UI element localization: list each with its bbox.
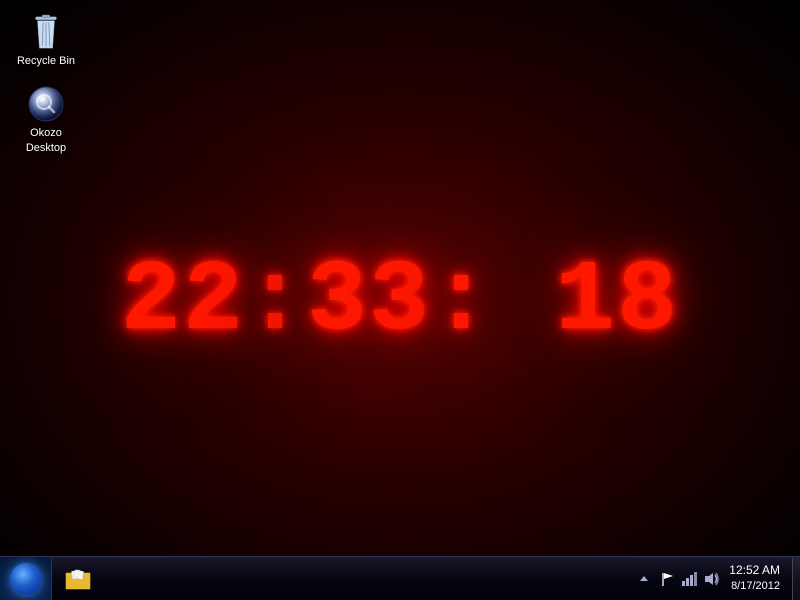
folder-icon [64, 567, 92, 591]
notification-arrow-button[interactable] [635, 570, 653, 588]
desktop: Recycle Bin [0, 0, 800, 600]
volume-tray-button[interactable] [701, 569, 721, 589]
start-button[interactable] [0, 557, 52, 600]
system-tray: 12:52 AM 8/17/2012 [627, 557, 792, 600]
recycle-bin-image [28, 14, 64, 50]
tray-icons-area [657, 569, 721, 589]
taskbar-clock[interactable]: 12:52 AM 8/17/2012 [725, 562, 784, 594]
network-icon [681, 571, 697, 587]
network-tray-button[interactable] [679, 569, 699, 589]
taskbar-date: 8/17/2012 [731, 579, 780, 594]
file-explorer-taskbar-button[interactable] [57, 559, 99, 599]
flag-tray-button[interactable] [657, 569, 677, 589]
desktop-icons-area: Recycle Bin [10, 10, 82, 159]
taskbar-items [52, 557, 627, 600]
clock-hours: 22 [121, 246, 245, 359]
clock-minutes: 33 [307, 246, 431, 359]
speaker-icon [703, 571, 719, 587]
taskbar: 12:52 AM 8/17/2012 [0, 556, 800, 600]
recycle-bin-icon[interactable]: Recycle Bin [10, 10, 82, 72]
windows-orb-icon [10, 563, 42, 595]
up-arrow-icon [637, 572, 651, 586]
okozo-label-line2: Desktop [26, 141, 66, 155]
clock-time: 22:33: 18 [121, 246, 679, 359]
recycle-bin-label: Recycle Bin [17, 54, 75, 68]
okozo-desktop-icon[interactable]: Okozo Desktop [10, 82, 82, 159]
taskbar-time: 12:52 AM [729, 562, 780, 579]
okozo-desktop-image [28, 86, 64, 122]
show-desktop-button[interactable] [792, 557, 800, 600]
okozo-label-line1: Okozo [30, 126, 62, 140]
clock-seconds: 18 [555, 246, 679, 359]
flag-icon [659, 571, 675, 587]
clock-display: 22:33: 18 [121, 246, 679, 359]
